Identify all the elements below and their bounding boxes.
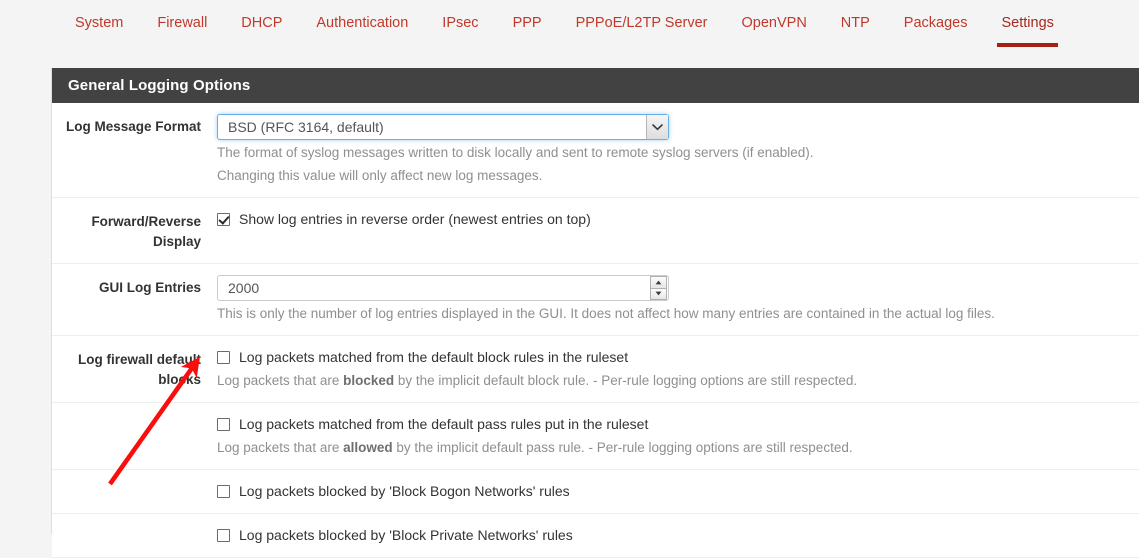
log-private-label-empty: [52, 525, 217, 546]
nav-tab-ntp[interactable]: NTP: [824, 0, 887, 32]
nav-tab-label: Authentication: [316, 15, 409, 31]
log-firewall-default-blocks-field: Log packets matched from the default blo…: [217, 347, 1139, 391]
help-suffix: by the implicit default block rule. - Pe…: [394, 373, 858, 388]
help-suffix: by the implicit default pass rule. - Per…: [392, 440, 853, 455]
gui-log-entries-value: 2000: [228, 280, 260, 296]
general-logging-options-panel: General Logging Options Log Message Form…: [51, 68, 1139, 558]
nav-tab-label: NTP: [840, 15, 870, 31]
nav-tab-label: DHCP: [241, 15, 283, 31]
nav-tab-label: System: [75, 15, 124, 31]
form-row-gui-log-entries: GUI Log Entries 2000 This is only the nu…: [52, 264, 1139, 336]
nav-tab-openvpn[interactable]: OpenVPN: [725, 0, 824, 32]
log-private-field: Log packets blocked by 'Block Private Ne…: [217, 525, 1139, 546]
nav-tab-ppp[interactable]: PPP: [496, 0, 559, 32]
nav-tab-packages[interactable]: Packages: [887, 0, 985, 32]
log-bogon-label-empty: [52, 481, 217, 502]
log-bogon-field: Log packets blocked by 'Block Bogon Netw…: [217, 481, 1139, 502]
gui-log-entries-field: 2000 This is only the number of log entr…: [217, 275, 1139, 324]
nav-tab-authentication[interactable]: Authentication: [299, 0, 425, 32]
help-bold-allowed: allowed: [343, 440, 393, 455]
nav-tab-label: Settings: [1001, 15, 1054, 31]
log-firewall-default-blocks-label-line2: blocks: [158, 372, 201, 387]
form-row-log-firewall-default-blocks: Log firewall default blocks Log packets …: [52, 336, 1139, 403]
log-message-format-selected-value: BSD (RFC 3164, default): [228, 119, 384, 135]
help-bold-blocked: blocked: [343, 373, 395, 388]
default-pass-rules-checkbox-row[interactable]: Log packets matched from the default pas…: [217, 414, 1119, 435]
panel-heading: General Logging Options: [52, 68, 1139, 103]
nav-tab-label: IPsec: [442, 15, 479, 31]
nav-tab-pppoe-l2tp-server[interactable]: PPPoE/L2TP Server: [559, 0, 725, 32]
log-firewall-default-blocks-label: Log firewall default blocks: [52, 347, 217, 391]
nav-tab-ipsec[interactable]: IPsec: [425, 0, 495, 32]
default-block-rules-checkbox-row[interactable]: Log packets matched from the default blo…: [217, 347, 1119, 368]
bogon-networks-checkbox[interactable]: [217, 485, 230, 498]
reverse-order-checkbox-label: Show log entries in reverse order (newes…: [239, 211, 591, 227]
private-networks-checkbox-label: Log packets blocked by 'Block Private Ne…: [239, 527, 573, 543]
help-prefix: Log packets that are: [217, 440, 344, 455]
log-message-format-help-line1: The format of syslog messages written to…: [217, 145, 814, 160]
form-row-log-message-format: Log Message Format BSD (RFC 3164, defaul…: [52, 103, 1139, 198]
bogon-networks-checkbox-row[interactable]: Log packets blocked by 'Block Bogon Netw…: [217, 481, 1119, 502]
default-pass-rules-checkbox[interactable]: [217, 418, 230, 431]
forward-reverse-display-label: Forward/Reverse Display: [91, 214, 201, 249]
nav-tab-settings[interactable]: Settings: [984, 0, 1070, 47]
gui-log-entries-label: GUI Log Entries: [98, 280, 201, 295]
reverse-order-checkbox-row[interactable]: Show log entries in reverse order (newes…: [217, 209, 1119, 230]
form-row-log-bogon-networks: Log packets blocked by 'Block Bogon Netw…: [52, 470, 1139, 514]
log-firewall-default-blocks-label-line1: Log firewall default: [77, 352, 201, 367]
form-row-log-default-pass: Log packets matched from the default pas…: [52, 403, 1139, 470]
form-row-forward-reverse-display: Forward/Reverse Display Show log entries…: [52, 198, 1139, 264]
gui-log-entries-input[interactable]: 2000: [217, 275, 669, 301]
log-message-format-help-line2: Changing this value will only affect new…: [217, 168, 543, 183]
default-pass-rules-checkbox-label: Log packets matched from the default pas…: [239, 416, 649, 432]
nav-tab-label: PPPoE/L2TP Server: [575, 15, 708, 31]
nav-tab-label: OpenVPN: [741, 15, 807, 31]
default-block-rules-checkbox[interactable]: [217, 351, 230, 364]
nav-tab-dhcp[interactable]: DHCP: [224, 0, 299, 32]
log-message-format-select[interactable]: BSD (RFC 3164, default): [217, 114, 669, 140]
nav-tab-system[interactable]: System: [58, 0, 140, 32]
default-block-rules-help: Log packets that are blocked by the impl…: [217, 370, 1119, 391]
default-block-rules-checkbox-label: Log packets matched from the default blo…: [239, 349, 629, 365]
reverse-order-checkbox[interactable]: [217, 213, 230, 226]
log-message-format-field: BSD (RFC 3164, default) The format of sy…: [217, 114, 1139, 186]
private-networks-checkbox-row[interactable]: Log packets blocked by 'Block Private Ne…: [217, 525, 1119, 546]
top-navigation-bar: System Firewall DHCP Authentication IPse…: [0, 0, 1139, 50]
private-networks-checkbox[interactable]: [217, 529, 230, 542]
log-default-pass-label-empty: [52, 414, 217, 458]
chevron-down-icon[interactable]: [646, 115, 668, 139]
nav-tab-label: PPP: [512, 15, 542, 31]
help-prefix: Log packets that are: [217, 373, 344, 388]
form-row-log-private-networks: Log packets blocked by 'Block Private Ne…: [52, 514, 1139, 558]
nav-tab-label: Firewall: [157, 15, 208, 31]
caret-up-icon[interactable]: [650, 276, 667, 288]
forward-reverse-display-field: Show log entries in reverse order (newes…: [217, 209, 1139, 252]
nav-tab-firewall[interactable]: Firewall: [140, 0, 224, 32]
default-pass-rules-help: Log packets that are allowed by the impl…: [217, 437, 1119, 458]
nav-tab-label: Packages: [903, 15, 968, 31]
bogon-networks-checkbox-label: Log packets blocked by 'Block Bogon Netw…: [239, 483, 570, 499]
gui-log-entries-stepper[interactable]: [650, 276, 667, 300]
log-message-format-label: Log Message Format: [65, 119, 201, 134]
gui-log-entries-help: This is only the number of log entries d…: [217, 306, 995, 321]
log-default-pass-field: Log packets matched from the default pas…: [217, 414, 1139, 458]
panel-body: Log Message Format BSD (RFC 3164, defaul…: [52, 103, 1139, 558]
caret-down-icon[interactable]: [650, 287, 667, 300]
